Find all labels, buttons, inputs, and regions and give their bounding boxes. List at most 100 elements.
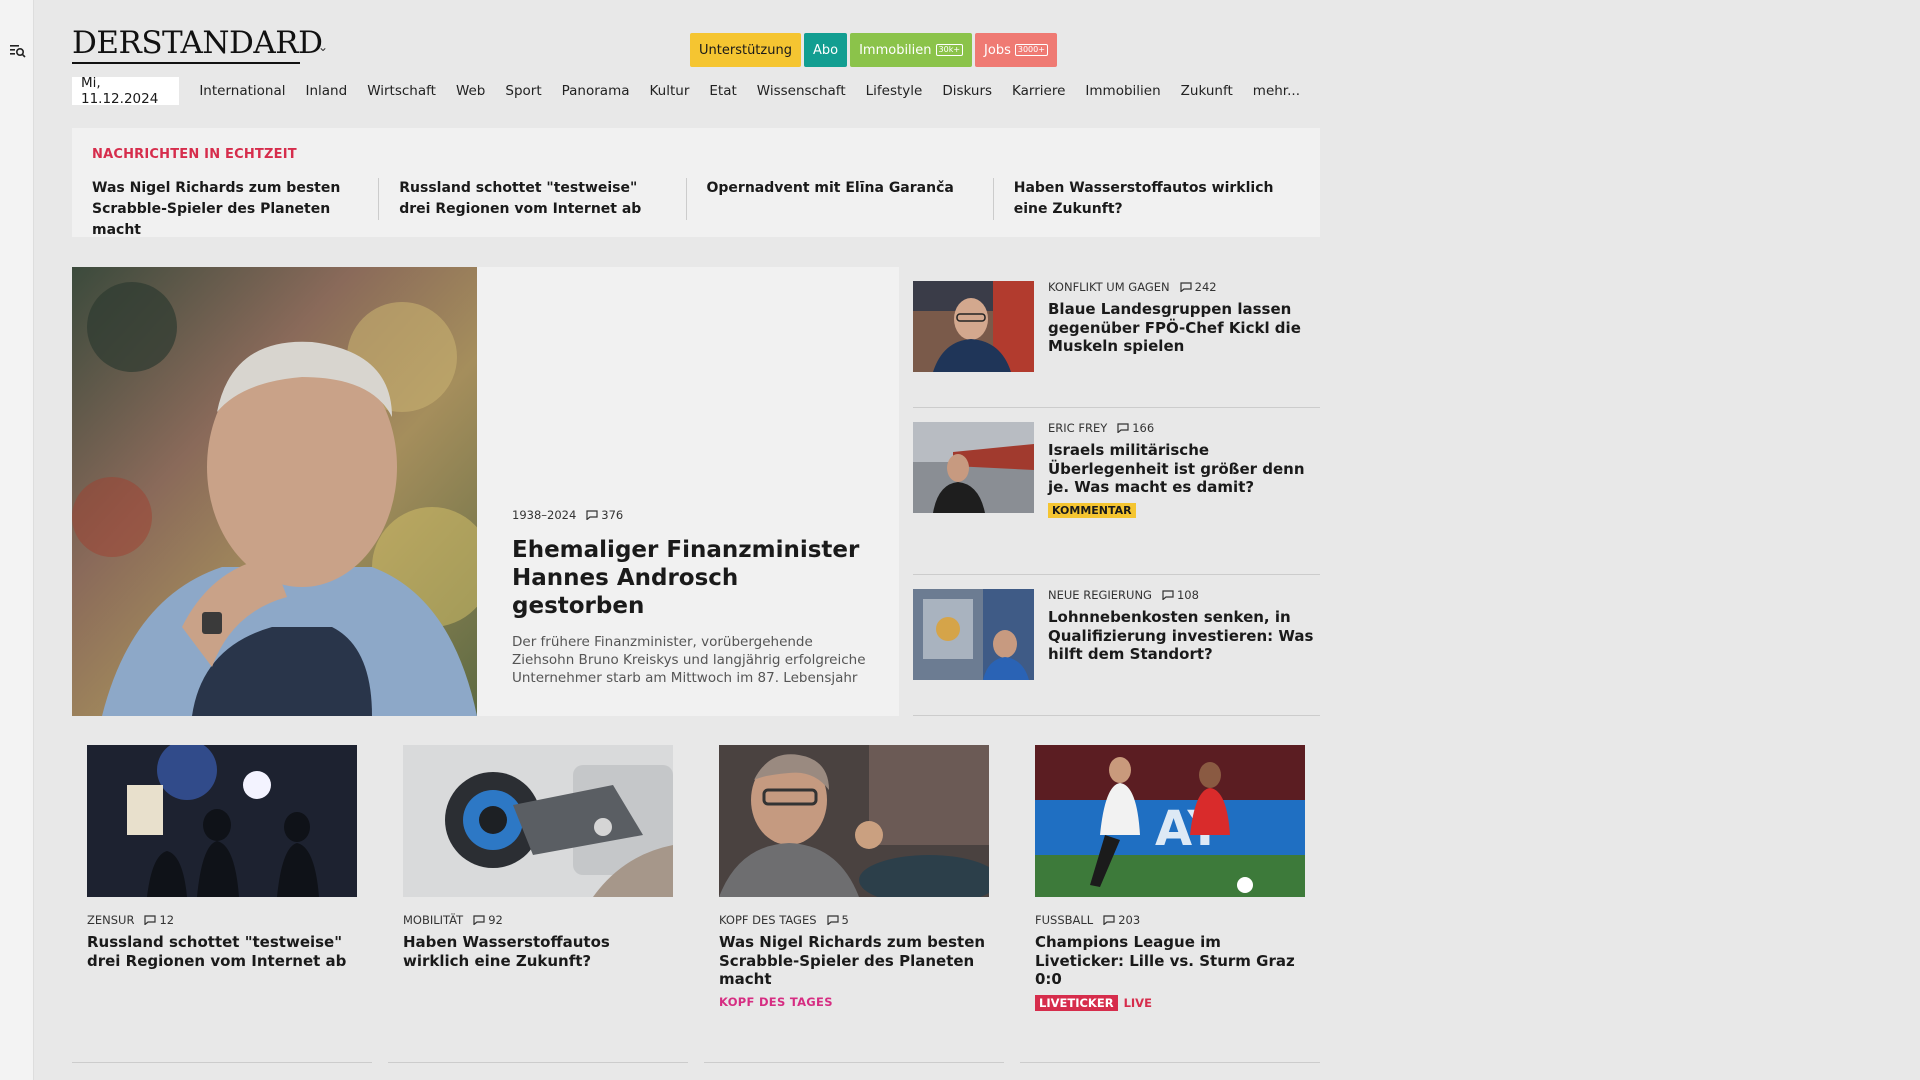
hero-article[interactable]: 1938–2024 376 Ehemaliger Finanzminister …	[72, 267, 899, 716]
chevron-down-icon[interactable]: ⌄	[318, 40, 328, 54]
header-pills: Unterstützung Abo Immobilien 30k+ Jobs 300…	[690, 33, 1057, 67]
comment-icon	[473, 915, 485, 925]
hero-comments[interactable]: 376	[586, 508, 623, 522]
ticker-title: NACHRICHTEN IN ECHTZEIT	[92, 147, 297, 162]
comment-icon	[1162, 590, 1174, 600]
card-comments[interactable]: 12	[144, 913, 174, 927]
side-kicker: ERIC FREY	[1048, 421, 1108, 435]
nav-item-inland[interactable]: Inland	[306, 83, 348, 99]
card-title[interactable]: Champions League im Liveticker: Lille vs…	[1035, 933, 1310, 989]
ticker-item[interactable]: Haben Wasserstoffautos wirklich eine Zuk…	[1014, 178, 1300, 241]
hero-title[interactable]: Ehemaliger Finanzminister Hannes Androsc…	[512, 536, 872, 620]
article-image[interactable]: AY	[1035, 745, 1305, 897]
article-card[interactable]: ZENSUR 12 Russland schottet "testweise" d…	[72, 745, 372, 1063]
side-comment-count: 108	[1176, 588, 1199, 602]
article-thumbnail[interactable]	[913, 589, 1034, 680]
support-label: Unterstützung	[699, 42, 792, 58]
nav-item-zukunft[interactable]: Zukunft	[1181, 83, 1233, 99]
nav-item-web[interactable]: Web	[456, 83, 485, 99]
nav-item-sport[interactable]: Sport	[505, 83, 541, 99]
side-title[interactable]: Blaue Landesgruppen lassen gegenüber FPÖ…	[1048, 300, 1320, 356]
article-image[interactable]	[719, 745, 989, 897]
card-kicker: KOPF DES TAGES	[719, 913, 817, 927]
hero-kicker: 1938–2024	[512, 508, 577, 522]
card-title[interactable]: Was Nigel Richards zum besten Scrabble-S…	[719, 933, 994, 989]
side-comment-count: 166	[1132, 421, 1155, 435]
immobilien-button[interactable]: Immobilien 30k+	[850, 33, 973, 67]
card-comments[interactable]: 203	[1103, 913, 1140, 927]
main-nav: Mi, 11.12.2024 International Inland Wirt…	[72, 75, 1320, 107]
nav-item-diskurs[interactable]: Diskurs	[942, 83, 992, 99]
immobilien-count-badge: 30k+	[935, 44, 964, 56]
card-kicker: MOBILITÄT	[403, 913, 464, 927]
nav-item-karriere[interactable]: Karriere	[1012, 83, 1065, 99]
comment-icon	[826, 915, 839, 925]
article-image[interactable]	[87, 745, 357, 897]
side-comments[interactable]: 166	[1117, 421, 1154, 435]
liveticker-badge: LIVETICKER	[1035, 994, 1118, 1011]
divider	[992, 178, 994, 220]
article-thumbnail[interactable]	[913, 281, 1034, 372]
hero-meta: 1938–2024 376	[512, 508, 872, 522]
jobs-label: Jobs	[984, 42, 1011, 58]
comment-icon	[1103, 915, 1115, 925]
side-title[interactable]: Israels militärische Überlegenheit ist g…	[1048, 441, 1320, 497]
side-kicker: KONFLIKT UM GAGEN	[1048, 280, 1170, 294]
card-title[interactable]: Haben Wasserstoffautos wirklich eine Zuk…	[403, 933, 678, 970]
side-comments[interactable]: 108	[1162, 588, 1199, 602]
nav-item-wirtschaft[interactable]: Wirtschaft	[367, 83, 436, 99]
news-ticker: NACHRICHTEN IN ECHTZEIT Was Nigel Richar…	[72, 128, 1320, 238]
comment-icon	[144, 915, 157, 925]
kopf-des-tages-tag[interactable]: KOPF DES TAGES	[719, 995, 994, 1009]
card-comment-count: 5	[841, 913, 849, 927]
ticker-item[interactable]: Opernadvent mit Elīna Garanča	[707, 178, 993, 241]
nav-item-etat[interactable]: Etat	[709, 83, 736, 99]
side-article[interactable]: NEUE REGIERUNG 108 Lohnnebenkosten senken…	[913, 575, 1320, 716]
abo-button[interactable]: Abo	[803, 33, 848, 67]
comment-icon	[1117, 423, 1129, 433]
jobs-button[interactable]: Jobs 3000+	[975, 33, 1057, 67]
divider	[1020, 1062, 1320, 1063]
card-title[interactable]: Russland schottet "testweise" drei Regio…	[87, 933, 362, 970]
article-card[interactable]: AY FUSSBALL 203 Champions League im Livet…	[1020, 745, 1320, 1063]
ticker-item[interactable]: Russland schottet "testweise" drei Re­gi…	[399, 178, 685, 241]
card-kicker: ZENSUR	[87, 913, 135, 927]
menu-search-icon[interactable]	[10, 44, 26, 58]
nav-item-more[interactable]: mehr...	[1253, 83, 1300, 99]
nav-item-kultur[interactable]: Kultur	[650, 83, 690, 99]
hero-comment-count: 376	[601, 508, 624, 522]
card-comments[interactable]: 92	[473, 913, 503, 927]
side-kicker: NEUE REGIERUNG	[1048, 588, 1152, 602]
nav-item-wissenschaft[interactable]: Wissenschaft	[757, 83, 846, 99]
ticker-item[interactable]: Was Nigel Richards zum besten Scrabble-S…	[92, 178, 378, 241]
article-card[interactable]: MOBILITÄT 92 Haben Wasserstoffautos wirkl…	[388, 745, 688, 1063]
divider	[378, 178, 380, 220]
card-comment-count: 12	[159, 913, 175, 927]
side-article[interactable]: KONFLIKT UM GAGEN 242 Blaue Landesgruppen…	[913, 267, 1320, 408]
divider	[685, 178, 687, 220]
comment-icon	[1180, 282, 1192, 292]
left-sidebar	[0, 0, 34, 1080]
site-logo[interactable]: DERSTANDARD	[72, 28, 323, 59]
nav-item-immobilien[interactable]: Immobilien	[1085, 83, 1160, 99]
card-comment-count: 92	[488, 913, 503, 927]
divider	[388, 1062, 688, 1063]
article-thumbnail[interactable]	[913, 422, 1034, 513]
side-comments[interactable]: 242	[1180, 280, 1217, 294]
article-image[interactable]	[403, 745, 673, 897]
nav-item-lifestyle[interactable]: Lifestyle	[866, 83, 923, 99]
kommentar-badge: KOMMENTAR	[1048, 502, 1136, 518]
side-title[interactable]: Lohnnebenkosten senken, in Qualifizierun…	[1048, 608, 1320, 664]
hero-subtitle: Der frühere Finanzminister, vorübergehen…	[512, 634, 866, 686]
article-card[interactable]: KOPF DES TAGES 5 Was Nigel Richards zum b…	[704, 745, 1004, 1063]
side-article[interactable]: ERIC FREY 166 Israels militärische Überle…	[913, 408, 1320, 575]
side-articles: KONFLIKT UM GAGEN 242 Blaue Landesgruppen…	[913, 267, 1320, 716]
nav-item-panorama[interactable]: Panorama	[562, 83, 630, 99]
support-button[interactable]: Unterstützung	[690, 33, 801, 67]
card-kicker: FUSSBALL	[1035, 913, 1094, 927]
current-date: Mi, 11.12.2024	[72, 75, 180, 107]
card-comments[interactable]: 5	[826, 913, 849, 927]
nav-item-international[interactable]: International	[199, 83, 285, 99]
card-comment-count: 203	[1118, 913, 1141, 927]
hero-image[interactable]	[72, 267, 477, 716]
